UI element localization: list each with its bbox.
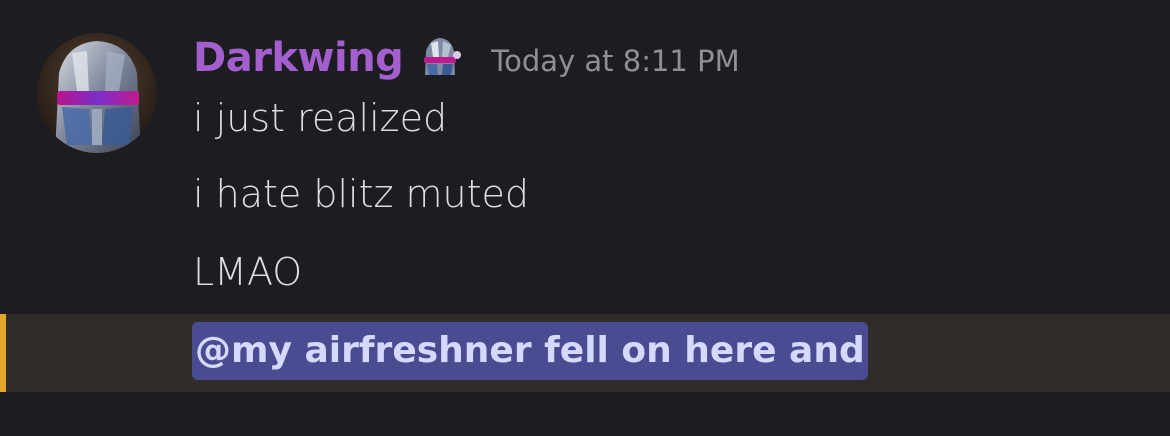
helmet-role-icon[interactable] (417, 35, 463, 81)
mention-highlight-row: @my airfreshner fell on here and (0, 314, 1170, 392)
robot-helmet-avatar-icon (37, 33, 157, 153)
author-username[interactable]: Darkwing (193, 35, 404, 81)
message-line: LMAO (193, 250, 303, 294)
user-avatar[interactable] (37, 33, 157, 153)
user-mention[interactable]: @my airfreshner fell on here and (192, 322, 868, 380)
chat-message-group: Darkwing Today at 8:11 PM i just realize… (0, 0, 1170, 436)
message-line: i hate blitz muted (193, 172, 530, 216)
message-timestamp[interactable]: Today at 8:11 PM (491, 44, 739, 78)
mention-highlight-bar (0, 314, 6, 392)
message-header: Darkwing Today at 8:11 PM (193, 28, 740, 88)
message-line: i just realized (193, 96, 448, 140)
